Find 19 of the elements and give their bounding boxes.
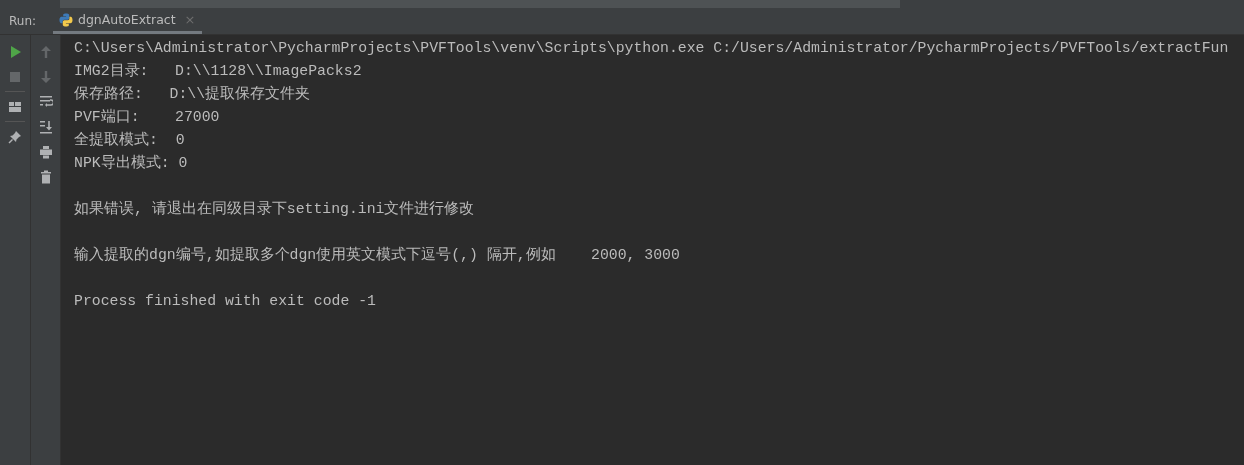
- play-icon[interactable]: [8, 44, 22, 59]
- console-line: 输入提取的dgn编号,如提取多个dgn使用英文模式下逗号(,) 隔开,例如 2000, 3000: [74, 247, 680, 263]
- console-line: PVF端口: 27000: [74, 109, 220, 125]
- soft-wrap-icon[interactable]: [38, 94, 53, 109]
- layout-icon[interactable]: [8, 99, 22, 114]
- console-line: 如果错误, 请退出在同级目录下setting.ini文件进行修改: [74, 201, 475, 217]
- trash-icon[interactable]: [38, 169, 53, 184]
- printer-icon[interactable]: [38, 144, 53, 159]
- scroll-to-end-icon[interactable]: [38, 119, 53, 134]
- run-tab[interactable]: dgnAutoExtract ×: [53, 8, 202, 34]
- console-line: 全提取模式: 0: [74, 132, 185, 148]
- pin-icon[interactable]: [8, 129, 22, 144]
- console-line: Process finished with exit code -1: [74, 293, 376, 309]
- console-line: 保存路径: D:\\提取保存文件夹: [74, 86, 311, 102]
- run-label: Run:: [9, 14, 38, 28]
- console-line: IMG2目录: D:\\1128\\ImagePacks2: [74, 63, 362, 79]
- python-icon: [59, 12, 73, 27]
- console-line: C:\Users\Administrator\PycharmProjects\PVFTools\venv\Scripts\python.exe C:/Users/Administrator/PycharmProjects/PVFTools/extractFun: [74, 40, 1229, 56]
- console-line: NPK导出模式: 0: [74, 155, 188, 171]
